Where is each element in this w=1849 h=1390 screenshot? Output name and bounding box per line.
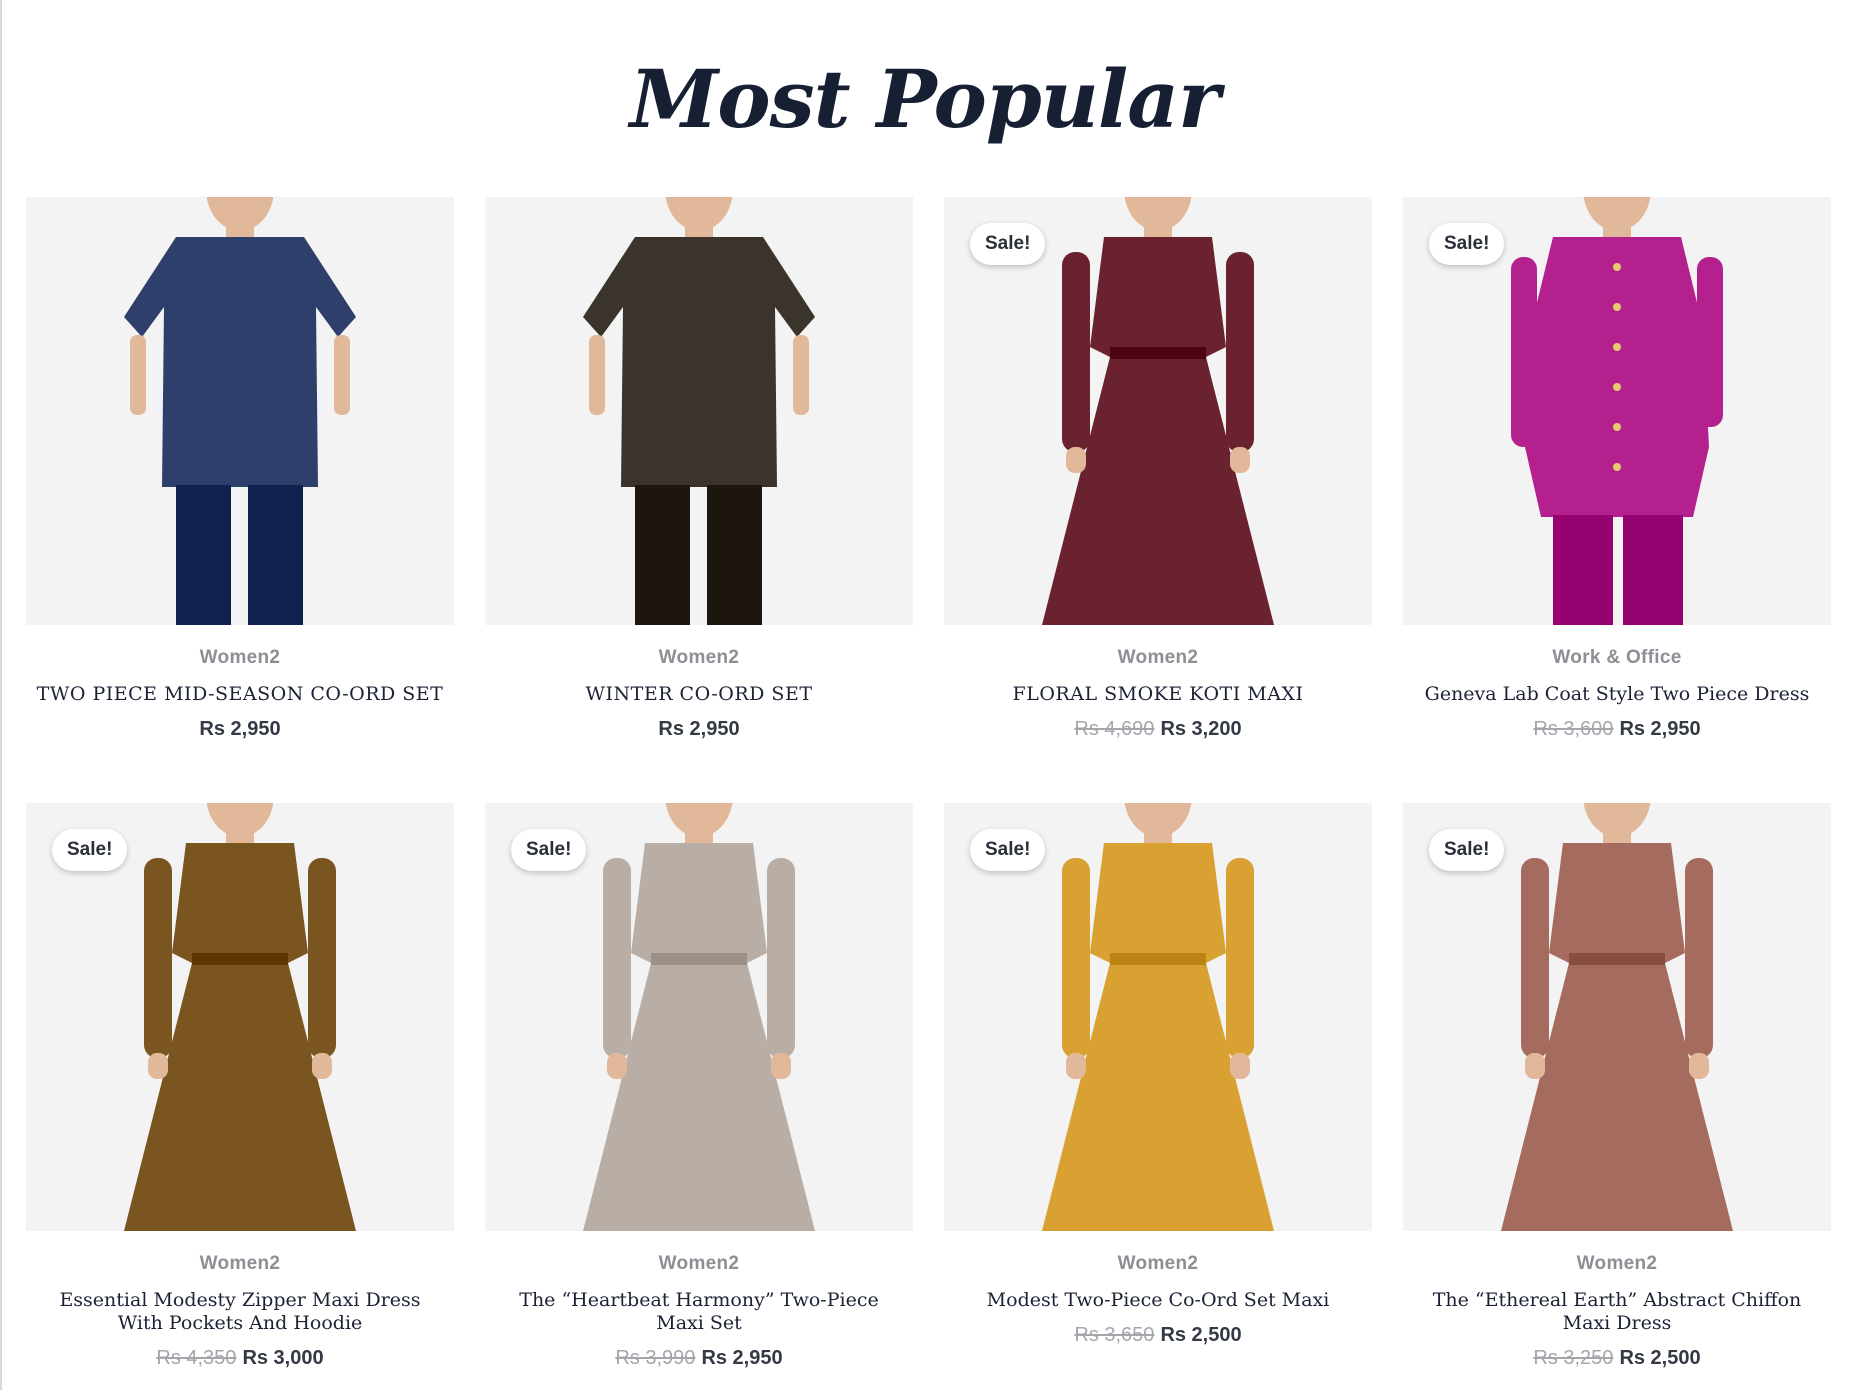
product-category[interactable]: Women2	[485, 1253, 913, 1275]
product-price: Rs 2,950	[26, 718, 454, 741]
sale-badge: Sale!	[970, 223, 1046, 265]
product-image[interactable]: Sale!	[26, 803, 454, 1231]
product-price: Rs 3,650 Rs 2,500	[944, 1324, 1372, 1347]
product-sale-price: Rs 3,200	[1160, 718, 1242, 740]
product-card[interactable]: Sale! Women2 FLORAL SMOKE KOTI MAXI Rs 4…	[944, 197, 1372, 757]
product-card[interactable]: Sale! Women2 Essential Modesty Zipper Ma…	[26, 803, 454, 1369]
product-grid: Women2 TWO PIECE MID-SEASON CO-ORD SET R…	[26, 197, 1831, 1369]
product-name[interactable]: TWO PIECE MID-SEASON CO-ORD SET	[36, 683, 444, 706]
product-card[interactable]: Women2 TWO PIECE MID-SEASON CO-ORD SET R…	[26, 197, 454, 757]
product-category[interactable]: Women2	[485, 647, 913, 669]
product-category[interactable]: Women2	[1403, 1253, 1831, 1275]
product-old-price: Rs 4,690	[1074, 718, 1155, 740]
page-left-border	[0, 0, 2, 1390]
product-name[interactable]: FLORAL SMOKE KOTI MAXI	[954, 683, 1362, 706]
product-image[interactable]	[485, 197, 913, 625]
sale-badge: Sale!	[511, 829, 587, 871]
product-image[interactable]: Sale!	[1403, 803, 1831, 1231]
product-image[interactable]: Sale!	[485, 803, 913, 1231]
product-name[interactable]: The “Ethereal Earth” Abstract Chiffon Ma…	[1413, 1289, 1821, 1335]
sale-badge: Sale!	[1429, 829, 1505, 871]
product-card[interactable]: Sale! Women2 The “Ethereal Earth” Abstra…	[1403, 803, 1831, 1369]
product-category[interactable]: Women2	[26, 1253, 454, 1275]
product-category[interactable]: Women2	[944, 1253, 1372, 1275]
product-card[interactable]: Sale! Women2 Modest Two-Piece Co-Ord Set…	[944, 803, 1372, 1363]
product-sale-price: Rs 2,950	[199, 718, 281, 740]
product-price: Rs 3,250 Rs 2,500	[1403, 1347, 1831, 1370]
product-category[interactable]: Work & Office	[1403, 647, 1831, 669]
product-name[interactable]: Geneva Lab Coat Style Two Piece Dress	[1413, 683, 1821, 706]
garment-illustration	[583, 197, 815, 625]
product-image[interactable]	[26, 197, 454, 625]
product-category[interactable]: Women2	[26, 647, 454, 669]
product-sale-price: Rs 2,950	[701, 1347, 783, 1369]
product-category[interactable]: Women2	[944, 647, 1372, 669]
product-old-price: Rs 3,990	[615, 1347, 696, 1369]
product-image[interactable]: Sale!	[1403, 197, 1831, 625]
product-price: Rs 3,990 Rs 2,950	[485, 1347, 913, 1370]
product-card[interactable]: Sale! Work & Office Geneva Lab Coat Styl…	[1403, 197, 1831, 757]
product-sale-price: Rs 2,500	[1160, 1324, 1242, 1346]
product-name[interactable]: Modest Two-Piece Co-Ord Set Maxi	[954, 1289, 1362, 1312]
product-sale-price: Rs 3,000	[242, 1347, 324, 1369]
product-name[interactable]: Essential Modesty Zipper Maxi Dress With…	[36, 1289, 444, 1335]
sale-badge: Sale!	[970, 829, 1046, 871]
product-old-price: Rs 3,650	[1074, 1324, 1155, 1346]
product-name[interactable]: WINTER CO-ORD SET	[495, 683, 903, 706]
sale-badge: Sale!	[1429, 223, 1505, 265]
product-old-price: Rs 4,350	[156, 1347, 237, 1369]
product-old-price: Rs 3,250	[1533, 1347, 1614, 1369]
product-name[interactable]: The “Heartbeat Harmony” Two-Piece Maxi S…	[495, 1289, 903, 1335]
product-old-price: Rs 3,600	[1533, 718, 1614, 740]
product-card[interactable]: Women2 WINTER CO-ORD SET Rs 2,950	[485, 197, 913, 757]
product-image[interactable]: Sale!	[944, 803, 1372, 1231]
product-sale-price: Rs 2,500	[1619, 1347, 1701, 1369]
product-sale-price: Rs 2,950	[1619, 718, 1701, 740]
section-title: Most Popular	[629, 52, 1221, 146]
product-price: Rs 4,690 Rs 3,200	[944, 718, 1372, 741]
sale-badge: Sale!	[52, 829, 128, 871]
product-price: Rs 3,600 Rs 2,950	[1403, 718, 1831, 741]
product-price: Rs 2,950	[485, 718, 913, 741]
product-card[interactable]: Sale! Women2 The “Heartbeat Harmony” Two…	[485, 803, 913, 1369]
product-sale-price: Rs 2,950	[658, 718, 740, 740]
product-image[interactable]: Sale!	[944, 197, 1372, 625]
garment-illustration	[124, 197, 356, 625]
product-price: Rs 4,350 Rs 3,000	[26, 1347, 454, 1370]
